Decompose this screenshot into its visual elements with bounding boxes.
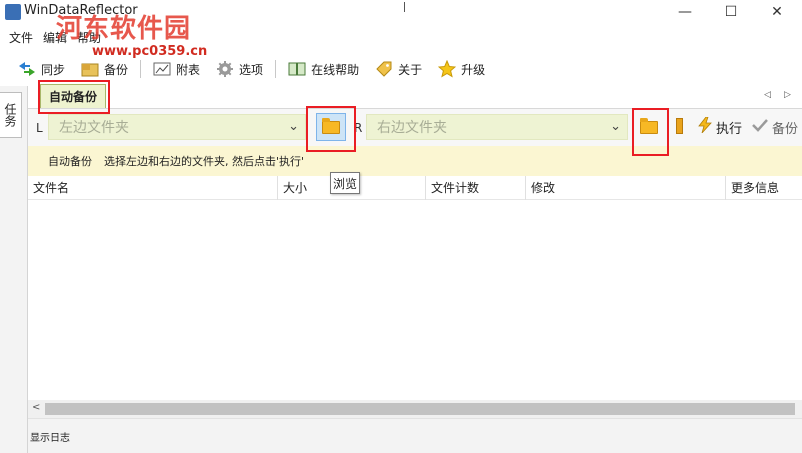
gear-icon (216, 60, 234, 78)
sync-label: 同步 (41, 62, 66, 77)
folder-path-bar: L 左边文件夹 ⌄ R 右边文件夹 ⌄ (28, 108, 802, 146)
app-icon (5, 4, 21, 20)
maximize-button[interactable]: ☐ (708, 0, 754, 24)
folder-icon (640, 117, 658, 134)
watermark-name: 河东软件园 (56, 14, 192, 44)
tab-next-button[interactable]: ▷ (784, 90, 791, 100)
pencil-icon[interactable] (676, 118, 683, 134)
execute-label: 执行 (716, 121, 743, 137)
right-folder-placeholder: 右边文件夹 (377, 120, 447, 136)
backup-button[interactable]: 备份 (77, 58, 132, 80)
browse-left-folder-button[interactable] (316, 113, 346, 141)
scrollbar-thumb[interactable] (45, 403, 795, 415)
online-help-label: 在线帮助 (311, 62, 360, 77)
folder-icon (322, 117, 340, 134)
lightning-icon (698, 116, 712, 137)
browse-tooltip: 浏览 (330, 172, 360, 194)
options-label: 选项 (239, 62, 264, 77)
tab-prev-button[interactable]: ◁ (764, 90, 771, 100)
sync-arrows-icon (18, 60, 36, 78)
about-label: 关于 (398, 62, 423, 77)
execute-button[interactable]: 执行 (698, 116, 742, 138)
show-log-toggle[interactable]: 显示日志 (30, 429, 70, 444)
minimize-button[interactable]: — (662, 0, 708, 24)
upgrade-label: 升级 (461, 62, 486, 77)
about-button[interactable]: 关于 (371, 58, 426, 80)
chevron-down-icon[interactable]: ⌄ (610, 119, 621, 134)
main-toolbar: 同步 备份 附表 选项 在线帮助 关于 升级 (0, 56, 802, 82)
file-list[interactable] (28, 200, 802, 400)
column-header-file-count[interactable]: 文件计数 (426, 176, 526, 200)
hint-text: 选择左边和右边的文件夹, 然后点击'执行' (104, 155, 305, 168)
backup-run-label: 备份 (772, 121, 799, 137)
tag-icon (375, 60, 393, 78)
upgrade-button[interactable]: 升级 (434, 58, 489, 80)
checkmark-icon (752, 118, 768, 136)
side-rail (0, 86, 28, 453)
column-header-filename[interactable]: 文件名 (28, 176, 278, 200)
toolbar-separator (275, 60, 277, 78)
sidebar-tab-tasks[interactable]: 任务 (0, 92, 22, 138)
title-divider (404, 2, 405, 12)
online-help-button[interactable]: 在线帮助 (284, 58, 363, 80)
file-table-header: 文件名 大小 文件计数 修改 更多信息 (28, 176, 802, 200)
column-header-more-info[interactable]: 更多信息 (726, 176, 802, 200)
attach-label: 附表 (176, 62, 201, 77)
book-icon (288, 60, 306, 78)
hint-label: 自动备份 (48, 155, 92, 168)
options-button[interactable]: 选项 (212, 58, 267, 80)
column-header-modified[interactable]: 修改 (526, 176, 726, 200)
close-button[interactable]: ✕ (754, 0, 800, 24)
attach-button[interactable]: 附表 (149, 58, 204, 80)
right-folder-combo[interactable]: 右边文件夹 ⌄ (366, 114, 628, 140)
left-folder-placeholder: 左边文件夹 (59, 120, 129, 136)
status-bar: 显示日志 (28, 418, 802, 453)
scroll-left-icon[interactable]: < (32, 402, 40, 413)
left-side-label: L (36, 121, 43, 135)
backup-label: 备份 (104, 62, 129, 77)
menu-file[interactable]: 文件 (4, 28, 38, 48)
horizontal-scrollbar[interactable]: < (28, 400, 802, 418)
backup-box-icon (81, 60, 99, 78)
browse-right-folder-button[interactable] (638, 116, 660, 138)
right-side-label: R (354, 121, 363, 135)
backup-run-button[interactable]: 备份 (752, 116, 798, 138)
sync-button[interactable]: 同步 (14, 58, 69, 80)
tab-auto-backup[interactable]: 自动备份 (40, 84, 106, 108)
toolbar-separator (140, 60, 142, 78)
table-chart-icon (153, 60, 171, 78)
star-icon (438, 60, 457, 78)
hint-bar: 自动备份 选择左边和右边的文件夹, 然后点击'执行' (28, 146, 802, 176)
chevron-down-icon[interactable]: ⌄ (288, 119, 299, 134)
left-folder-combo[interactable]: 左边文件夹 ⌄ (48, 114, 306, 140)
